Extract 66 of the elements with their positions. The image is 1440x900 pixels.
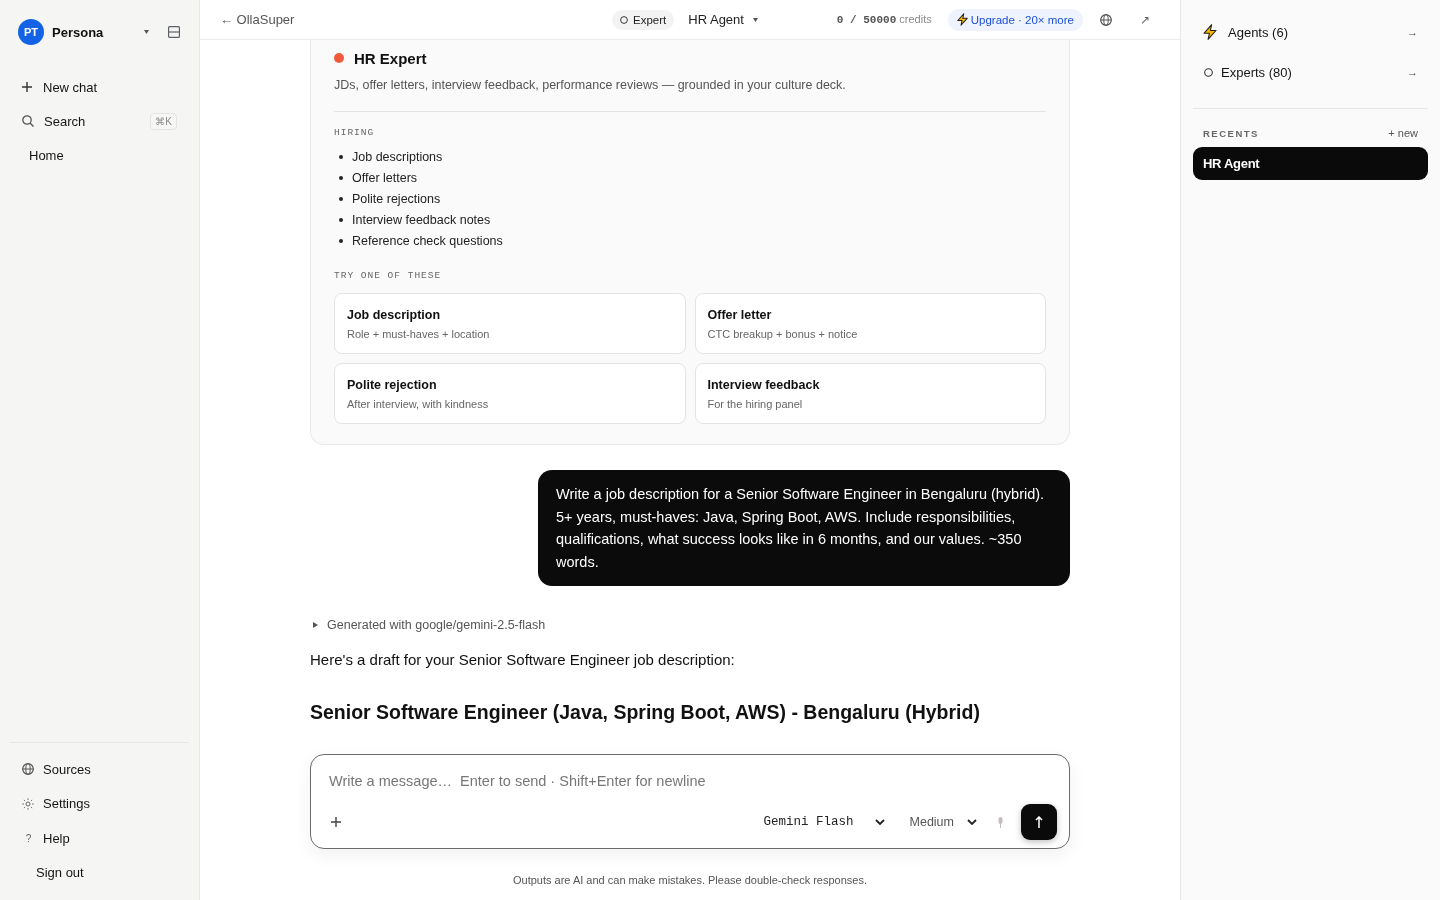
send-button[interactable]	[1021, 804, 1057, 840]
list-item: Interview feedback notes	[352, 212, 491, 227]
assistant-message: Here's a draft for your Senior Software Engineer job description:	[310, 650, 735, 670]
help-icon: ?	[25, 832, 32, 844]
section-label: HIRING	[334, 126, 376, 140]
caret-icon	[144, 30, 149, 34]
model-select[interactable]: Gemini Flash	[763, 815, 885, 829]
circle-icon	[620, 15, 629, 24]
bullet-icon	[339, 196, 343, 201]
suggestion-card[interactable]: Offer letter CTC breakup + bonus + notice	[694, 293, 1046, 354]
list-item: Reference check questions	[352, 233, 503, 248]
bullet-icon	[339, 175, 343, 180]
caret-icon	[752, 17, 758, 22]
nav-item[interactable]: New chat	[10, 70, 189, 104]
nav-item[interactable]: Sources	[10, 752, 189, 787]
nav-item[interactable]: Home	[10, 138, 189, 172]
list-item: Offer letters	[352, 170, 418, 185]
lightning-icon	[956, 13, 968, 26]
user-message: Write a job description for a Senior Software Engineer in Bengaluru (hybrid). 5+ years, must-haves: Java, Spring Boot, AWS. Include responsibilities, qualifications, what success looks like in 6 months, and our values. ~350 words.	[538, 470, 1070, 586]
shortcut-badge: ⌘K	[150, 112, 177, 130]
nav-item[interactable]: ? Help	[10, 821, 189, 856]
nav-link[interactable]: Experts (80) →	[1193, 52, 1428, 92]
expert-description: JDs, offer letters, interview feedback, performance reviews — grounded in your culture deck.	[334, 77, 847, 94]
response-heading: Senior Software Engineer (Java, Spring Boot, AWS) - Bengaluru (Hybrid)	[310, 700, 980, 725]
credits-counter: 0 / 50000 credits	[836, 13, 932, 26]
generation-toggle[interactable]: Generated with google/gemini-2.5-flash	[310, 616, 546, 634]
suggestion-card[interactable]: Interview feedback For the hiring panel	[694, 363, 1046, 424]
suggestion-card[interactable]: Polite rejection After interview, with kindness	[334, 363, 686, 424]
account-name: Persona	[52, 24, 104, 40]
bullet-icon	[339, 238, 343, 243]
plus-icon	[22, 82, 32, 92]
plus-icon[interactable]	[331, 817, 341, 827]
arrow-up-icon	[1035, 816, 1043, 828]
chevron-down-icon	[967, 819, 977, 825]
upgrade-button[interactable]: Upgrade · 20× more	[947, 8, 1083, 31]
mode-pill[interactable]: Expert	[612, 9, 675, 30]
expert-name: HR Expert	[354, 49, 427, 67]
nav-item[interactable]: Settings	[10, 786, 189, 821]
bullet-icon	[339, 154, 343, 159]
list-item: Polite rejections	[352, 191, 441, 206]
bullet-icon	[339, 217, 343, 222]
nav-item[interactable]: Sign out	[10, 855, 189, 890]
agent-select[interactable]: HR Agent	[688, 12, 758, 27]
lightning-icon	[1203, 24, 1217, 40]
globe-icon	[22, 763, 34, 776]
gear-icon	[22, 797, 34, 810]
search-icon	[22, 115, 34, 127]
globe-icon[interactable]	[1100, 13, 1112, 26]
status-dot	[334, 53, 344, 63]
list-item: Job descriptions	[352, 149, 443, 164]
avatar[interactable]: PT	[18, 19, 44, 45]
chevron-down-icon	[874, 819, 885, 825]
effort-select[interactable]: Medium	[909, 815, 977, 829]
suggestion-card[interactable]: Job description Role + must-haves + location	[334, 293, 686, 354]
recent-item[interactable]: HR Agent	[1193, 147, 1428, 180]
section-label: RECENTS	[1203, 127, 1259, 139]
section-label: TRY ONE OF THESE	[334, 269, 443, 283]
circle-icon	[1204, 67, 1213, 77]
disclaimer: Outputs are AI and can make mistakes. Please double-check responses.	[513, 873, 867, 887]
arrow-button[interactable]: ↗	[1140, 12, 1150, 27]
nav-item[interactable]: Search ⌘K	[10, 104, 189, 138]
new-chat-link[interactable]: + new	[1388, 127, 1418, 139]
nav-link[interactable]: Agents (6) →	[1193, 12, 1428, 52]
message-input[interactable]: Write a message… Enter to send · Shift+Enter for newline	[329, 770, 1057, 792]
panel-toggle-icon[interactable]	[168, 26, 180, 38]
back-link[interactable]: ← OllaSuper	[220, 12, 295, 27]
